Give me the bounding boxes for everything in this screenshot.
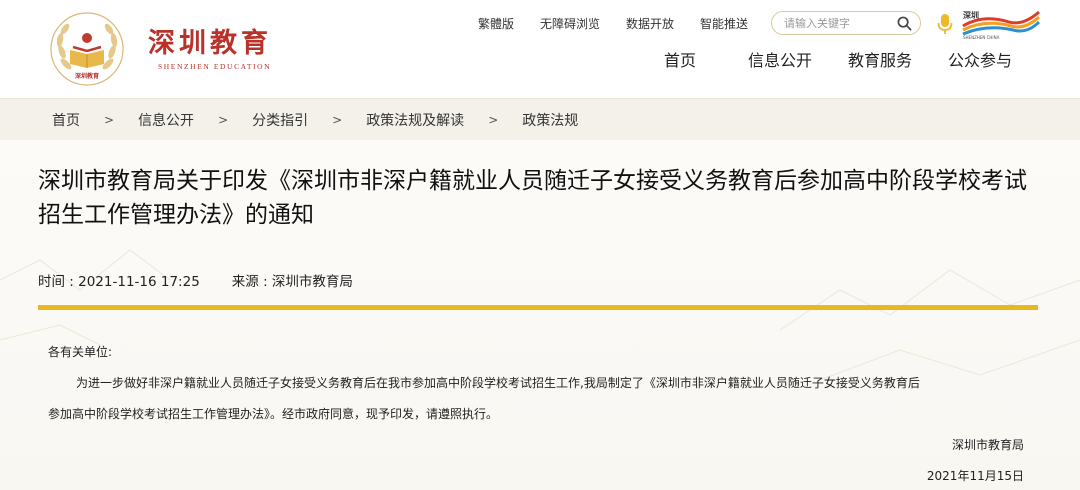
breadcrumb-separator: > (218, 113, 229, 127)
svg-text:深圳: 深圳 (963, 10, 979, 20)
salutation: 各有关单位: (48, 345, 113, 359)
nav-education-services[interactable]: 教育服务 (848, 50, 912, 72)
document-date: 2021年11月15日 (926, 469, 1024, 483)
breadcrumb-policy-regulations[interactable]: 政策法规 (522, 110, 578, 130)
article-source: 来源 : 深圳市教育局 (231, 274, 353, 290)
body-paragraph-line: 为进一步做好非深户籍就业人员随迁子女接受义务教育后在我市参加高中阶段学校考试招生… (76, 376, 920, 390)
breadcrumb-separator: > (104, 113, 115, 127)
search-box (771, 11, 921, 35)
nav-info-disclosure[interactable]: 信息公开 (748, 50, 812, 72)
accessibility-link[interactable]: 无障碍浏览 (540, 15, 600, 33)
open-data-link[interactable]: 数据开放 (626, 15, 674, 33)
traditional-chinese-link[interactable]: 繁體版 (478, 15, 514, 33)
breadcrumb-separator: > (332, 113, 343, 127)
breadcrumb: 首页 > 信息公开 > 分类指引 > 政策法规及解读 > 政策法规 (52, 110, 578, 130)
nav-home[interactable]: 首页 (664, 50, 696, 72)
article-title: 深圳市教育局关于印发《深圳市非深户籍就业人员随迁子女接受义务教育后参加高中阶段学… (38, 168, 1027, 228)
breadcrumb-policy-interpretation[interactable]: 政策法规及解读 (366, 110, 464, 130)
logo-chinese-name: 深圳教育 (148, 28, 272, 59)
divider (38, 305, 1038, 310)
breadcrumb-home[interactable]: 首页 (52, 110, 80, 130)
shenzhen-city-logo[interactable]: 深圳 SHENZHEN CHINA (961, 8, 1041, 40)
article-meta: 时间 : 2021-11-16 17:25 来源 : 深圳市教育局 (38, 270, 353, 290)
svg-text:SHENZHEN CHINA: SHENZHEN CHINA (963, 35, 1000, 40)
svg-text:深圳教育: 深圳教育 (75, 72, 99, 80)
publish-time: 时间 : 2021-11-16 17:25 (38, 274, 200, 290)
nav-public-participation[interactable]: 公众参与 (948, 50, 1012, 72)
body-paragraph-line: 参加高中阶段学校考试招生工作管理办法》。经市政府同意，现予印发，请遵照执行。 (48, 407, 499, 421)
microphone-icon[interactable] (937, 13, 953, 35)
main-navigation: 首页 信息公开 教育服务 公众参与 (664, 50, 1012, 72)
site-logo[interactable]: 深圳教育 SHENZHEN EDUCATION (148, 28, 272, 71)
utility-links: 繁體版 无障碍浏览 数据开放 智能推送 (478, 15, 774, 33)
breadcrumb-separator: > (488, 113, 499, 127)
search-icon[interactable] (897, 16, 912, 31)
breadcrumb-info-disclosure[interactable]: 信息公开 (138, 110, 194, 130)
education-emblem-icon[interactable]: 深圳教育 (48, 10, 126, 88)
smart-push-link[interactable]: 智能推送 (700, 15, 748, 33)
logo-english-name: SHENZHEN EDUCATION (158, 62, 272, 71)
breadcrumb-category-guide[interactable]: 分类指引 (252, 110, 308, 130)
signature: 深圳市教育局 (951, 438, 1024, 452)
breadcrumb-bar: 首页 > 信息公开 > 分类指引 > 政策法规及解读 > 政策法规 (0, 98, 1080, 140)
search-input[interactable] (784, 15, 894, 31)
site-header: 深圳教育 深圳教育 SHENZHEN EDUCATION 繁體版 无障碍浏览 数… (0, 0, 1080, 98)
